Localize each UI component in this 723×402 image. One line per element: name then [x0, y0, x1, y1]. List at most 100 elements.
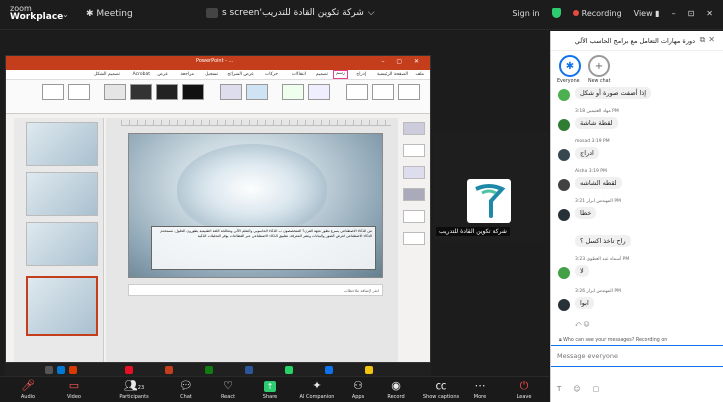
leave-button[interactable]: ⏻ Leave — [504, 379, 544, 400]
shape-style[interactable] — [398, 84, 420, 100]
side-tool[interactable] — [403, 166, 425, 179]
chevron-down-icon: ⌵ — [367, 8, 375, 18]
picture-style[interactable] — [130, 84, 152, 100]
side-tool[interactable] — [403, 210, 425, 223]
maximize-icon[interactable]: ⊡ — [688, 9, 695, 18]
picture-style[interactable] — [104, 84, 126, 100]
ppt-tab[interactable]: تصميم — [316, 72, 328, 77]
emoji-icon[interactable]: ☺ — [573, 385, 580, 393]
view-button[interactable]: View ▮ — [634, 9, 660, 18]
slide-text-box[interactable]: من الذكاء الاصطناعي يسرع تطور نجهة القرن… — [151, 226, 376, 270]
taskbar-icon[interactable] — [69, 366, 77, 374]
ribbon-button[interactable] — [42, 84, 64, 100]
participants-button[interactable]: 👥︎23 Participants — [110, 379, 158, 400]
brain-image[interactable] — [177, 144, 327, 234]
ppt-tab[interactable]: تصميم الشكل — [94, 72, 120, 77]
powerpoint-window[interactable]: PowerPoint - ... – ▢ ✕ ملف الصفحة الرئيس… — [5, 55, 431, 375]
ppt-tab[interactable]: مراجعة — [180, 72, 194, 77]
taskbar-icon[interactable] — [57, 366, 65, 374]
share-title[interactable]: شركة تكوين القادة للتدريب's screen ⌵ — [206, 8, 375, 18]
side-tool[interactable] — [403, 188, 425, 201]
chat-header-controls[interactable]: ⧉✕ — [700, 35, 718, 45]
taskbar-icon[interactable] — [325, 366, 333, 374]
message-bubble[interactable]: ادراج — [575, 147, 599, 159]
shape-style[interactable] — [346, 84, 368, 100]
ai-companion-button[interactable]: ✦ AI Companion — [294, 379, 340, 400]
message-bubble[interactable]: راح تاخذ اكسل ؟ — [575, 235, 631, 247]
ppt-tab[interactable]: انتقالات — [292, 72, 306, 77]
taskbar-icon[interactable] — [245, 366, 253, 374]
minimize-icon[interactable]: – — [672, 9, 676, 18]
audio-button[interactable]: 🎤︎ Audio — [8, 379, 48, 400]
ppt-tab[interactable]: إدراج — [356, 72, 366, 77]
record-label: Record — [387, 394, 405, 400]
taskbar-icon[interactable] — [125, 366, 133, 374]
signin-button[interactable]: Sign in — [512, 9, 539, 18]
participants-icon: 👥︎23 — [123, 379, 145, 392]
brand-chevron-icon[interactable]: ⌄ — [62, 10, 69, 19]
video-button[interactable]: ▭ Video — [54, 379, 94, 400]
ppt-tab-active[interactable]: رسم — [333, 70, 348, 79]
ppt-window-controls[interactable]: – ▢ ✕ — [381, 58, 424, 65]
share-button[interactable]: ↑ Share — [250, 379, 290, 400]
message-bubble[interactable]: إذا أضفت صورة أو شكل — [575, 87, 652, 99]
reply-icon[interactable]: ⤺ — [575, 321, 581, 328]
meeting-menu[interactable]: ✱ Meeting — [86, 9, 133, 19]
picture-style[interactable] — [220, 84, 242, 100]
shape-style[interactable] — [372, 84, 394, 100]
side-tool[interactable] — [403, 144, 425, 157]
slide-thumbnail[interactable] — [26, 172, 98, 216]
taskbar-icon[interactable] — [365, 366, 373, 374]
slide-thumbnail[interactable] — [26, 122, 98, 166]
side-tool[interactable] — [403, 232, 425, 245]
message-bubble[interactable]: لا — [575, 265, 589, 277]
side-tool[interactable] — [403, 122, 425, 135]
close-icon[interactable]: ✕ — [706, 9, 713, 18]
shape-style[interactable] — [308, 84, 330, 100]
taskbar-icon[interactable] — [45, 366, 53, 374]
shape-style[interactable] — [282, 84, 304, 100]
participants-label: Participants — [119, 394, 149, 400]
slide-thumbnail[interactable] — [26, 222, 98, 266]
avatar — [558, 149, 570, 161]
apps-icon: ⚇ — [353, 379, 363, 392]
speaker-notes[interactable]: انقر لإضافة ملاحظات — [128, 284, 383, 296]
file-icon[interactable]: ▢ — [593, 385, 600, 393]
format-text-icon[interactable]: T — [557, 385, 561, 393]
recording-indicator[interactable]: Recording — [572, 9, 622, 18]
who-can-see-notice[interactable]: 🔒︎ Who can see your messages? Recording … — [559, 337, 667, 343]
ppt-tab[interactable]: ملف — [415, 72, 424, 77]
picture-style[interactable] — [156, 84, 178, 100]
chat-button[interactable]: 💬︎ Chat — [166, 379, 206, 400]
record-button[interactable]: ◉ Record — [376, 379, 416, 400]
more-button[interactable]: ⋯ More — [460, 379, 500, 400]
message-bubble[interactable]: لقطة شاشة — [575, 117, 618, 129]
taskbar-icon[interactable] — [285, 366, 293, 374]
ppt-tab[interactable]: تسجيل — [205, 72, 218, 77]
captions-button[interactable]: ㏄ Show captions — [416, 379, 466, 400]
ppt-tab[interactable]: الصفحة الرئيسية — [377, 72, 408, 77]
current-slide[interactable]: من الذكاء الاصطناعي يسرع تطور نجهة القرن… — [128, 133, 383, 278]
apps-button[interactable]: ⚇ Apps — [338, 379, 378, 400]
message-bubble[interactable]: ابوا — [575, 297, 594, 309]
ppt-tab[interactable]: حركات — [265, 72, 278, 77]
message-input[interactable] — [551, 345, 723, 367]
message-bubble[interactable]: لقطه الشاشه — [575, 177, 622, 189]
emoji-icon[interactable]: ☺ — [583, 321, 589, 328]
taskbar-icon[interactable] — [205, 366, 213, 374]
react-button[interactable]: ♡ React — [208, 379, 248, 400]
ribbon-button[interactable] — [68, 84, 90, 100]
new-chat-icon[interactable]: + — [588, 55, 610, 77]
everyone-recipient-icon[interactable]: ✱ — [559, 55, 581, 77]
message-reactions[interactable]: ⤺ ☺ — [575, 321, 590, 329]
security-shield-icon[interactable] — [551, 8, 561, 18]
ppt-tab[interactable]: عرض — [157, 72, 168, 77]
taskbar-icon[interactable] — [165, 366, 173, 374]
participant-tile[interactable]: شركة تكوين القادة للتدريب — [433, 131, 549, 241]
ppt-tab[interactable]: عرض الشرائح — [227, 72, 254, 77]
picture-style[interactable] — [182, 84, 204, 100]
picture-style[interactable] — [246, 84, 268, 100]
ppt-tab[interactable]: Acrobat — [133, 72, 150, 77]
slide-thumbnail-selected[interactable] — [26, 276, 98, 336]
message-bubble[interactable]: خطا — [575, 207, 597, 219]
